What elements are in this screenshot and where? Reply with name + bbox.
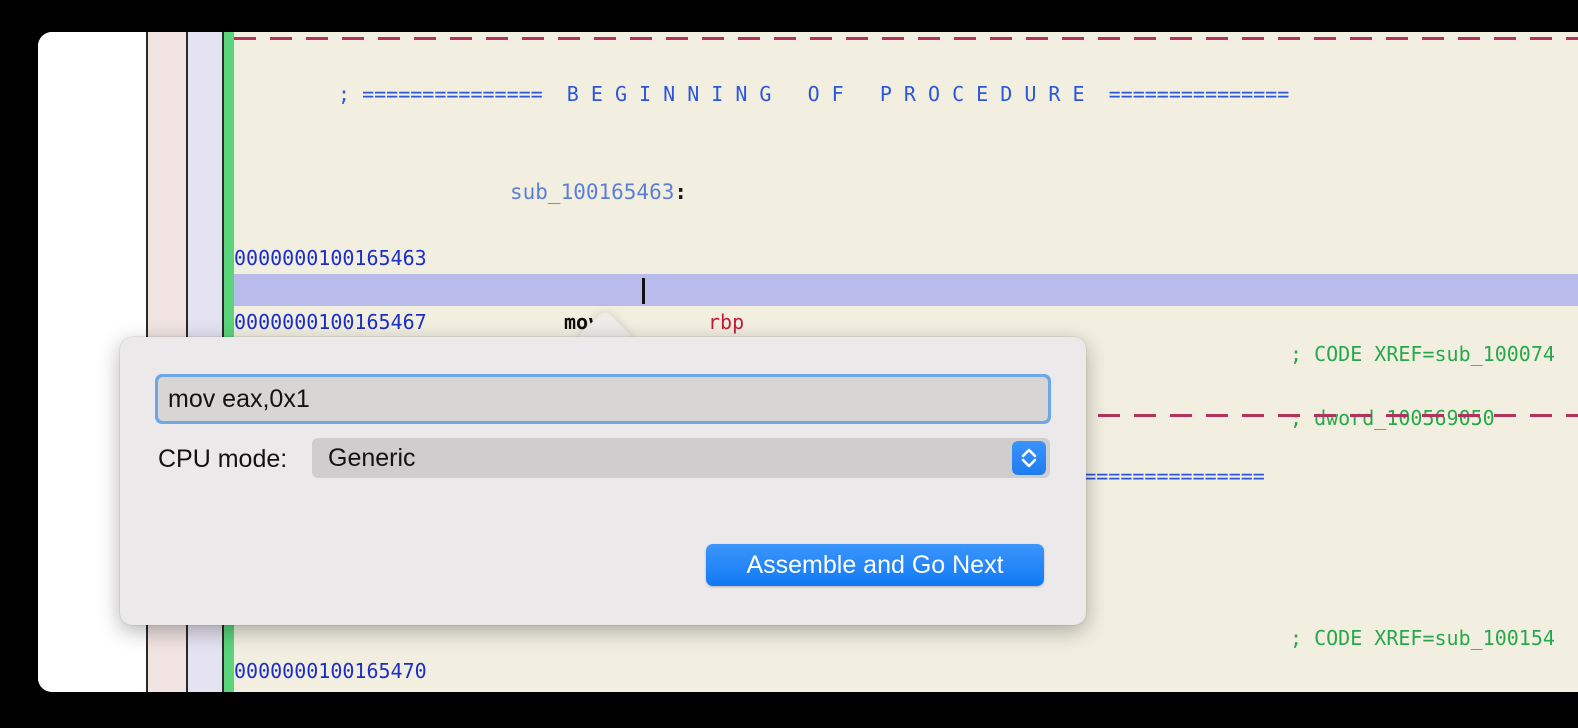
text-caret [642,278,645,304]
popover-arrow [570,308,640,340]
row-comment: ; CODE XREF=sub_100074 [1290,342,1555,366]
cpu-mode-value: Generic [328,444,416,472]
row-mnemonic: mov [564,687,600,692]
chevron-up-down-icon[interactable] [1012,441,1046,475]
disasm-row-1[interactable]: 0000000100165464 mov rbp, rsp [234,242,1578,366]
row-comment: ; dword_100569050 [1290,406,1495,430]
disasm-row-3[interactable]: 000000010016546d pop rbp [234,306,1578,430]
disasm-row-0[interactable]: 0000000100165463 push rbp ; CODE XREF=su… [234,210,1578,366]
assemble-and-go-next-button[interactable]: Assemble and Go Next [706,544,1044,586]
disasm-row-2-selected[interactable]: 0000000100165467 mov eax, dword [dword_1… [234,274,1578,430]
cpu-mode-select[interactable]: Generic [312,438,1050,478]
row-address: 0000000100165473 [234,687,427,692]
procedure-separator-top [234,37,1578,40]
disasm-row-5[interactable]: 0000000100165473 mov rax, qword [qword_1… [234,655,1578,692]
cpu-mode-label: CPU mode: [158,445,288,473]
instruction-input[interactable] [155,374,1051,424]
assemble-instruction-dialog: CPU mode: Generic Assemble and Go Next [120,337,1086,625]
screen: ; =============== B E G I N N I N G O F … [0,0,1578,728]
disasm-row-4[interactable]: 0000000100165470 mov rbp, rsp [234,623,1578,692]
procedure-label[interactable]: sub_100165463: [510,180,687,204]
procedure-banner-top: ; =============== B E G I N N I N G O F … [338,82,1290,106]
